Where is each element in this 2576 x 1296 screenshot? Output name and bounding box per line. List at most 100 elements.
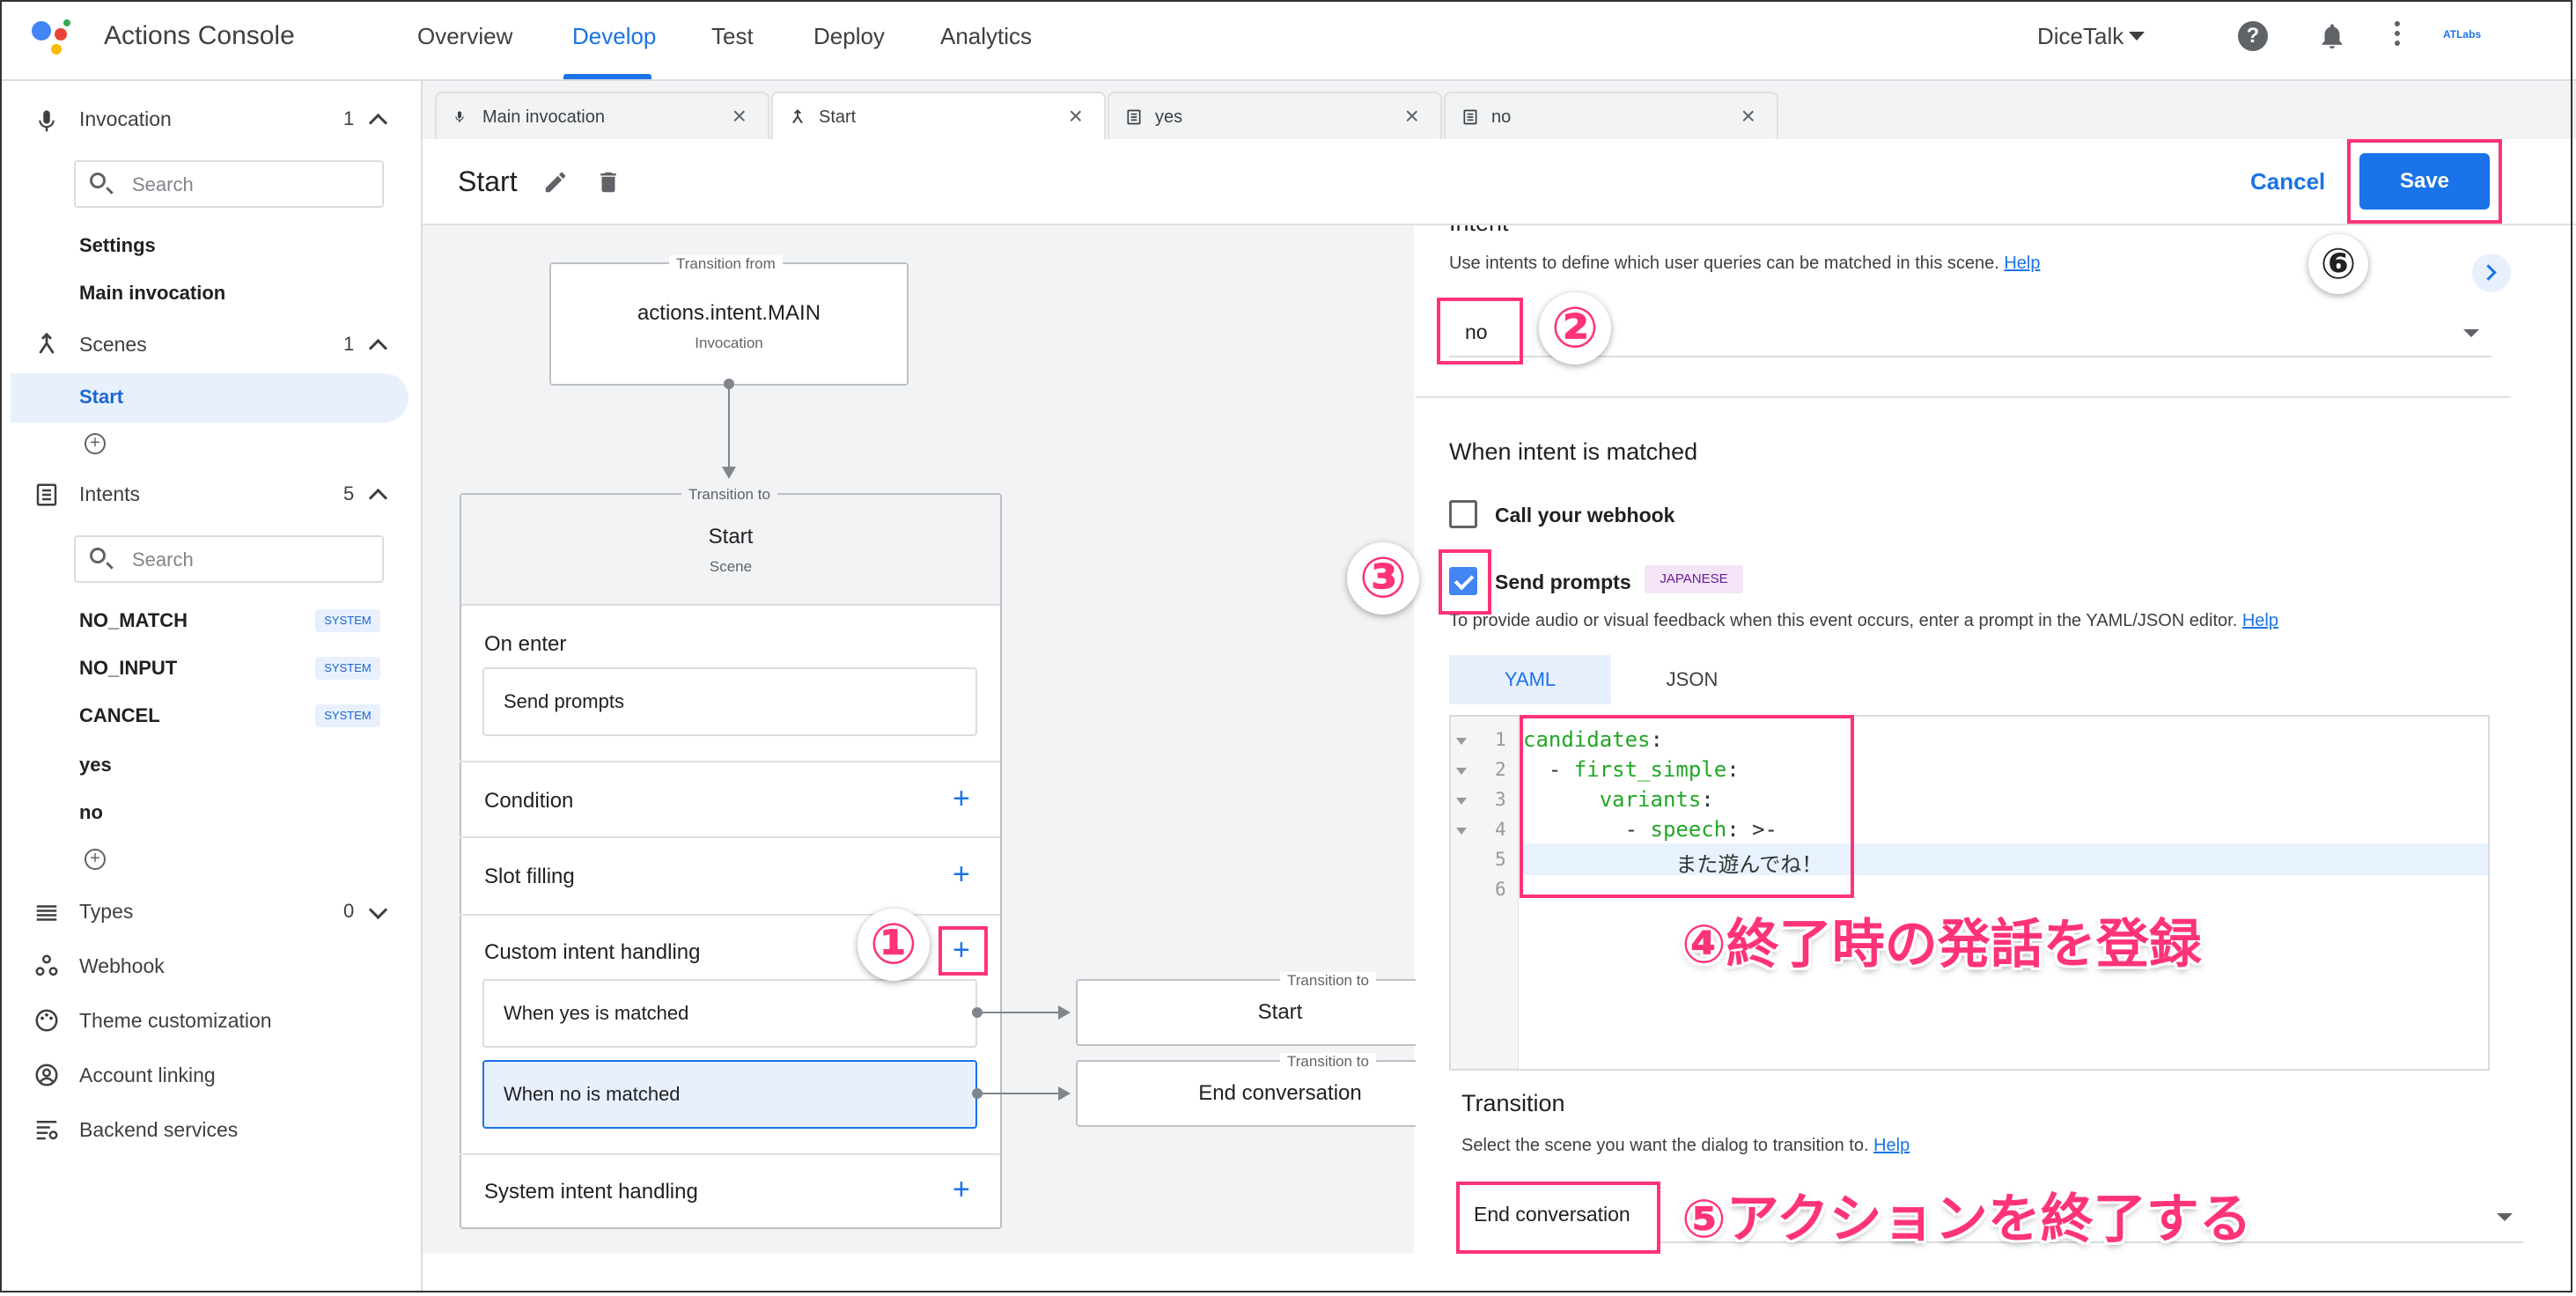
help-icon[interactable]: ? bbox=[2238, 21, 2268, 51]
condition-title: Condition bbox=[484, 789, 574, 813]
sidebar-item-start[interactable]: Start bbox=[79, 386, 123, 409]
node-sub: Invocation bbox=[695, 335, 763, 351]
yaml-tab[interactable]: YAML bbox=[1449, 655, 1611, 704]
sidebar-backend-services[interactable]: Backend services bbox=[79, 1118, 238, 1142]
sidebar-invocation[interactable]: Invocation bbox=[79, 107, 172, 131]
annotation-box-intent bbox=[1437, 298, 1523, 364]
invocation-search[interactable] bbox=[74, 160, 384, 208]
node-main: actions.intent.MAIN bbox=[637, 301, 821, 325]
tab-main-invocation[interactable]: Main invocation × bbox=[435, 92, 769, 139]
sidebar-item-cancel[interactable]: CANCEL bbox=[79, 704, 160, 727]
close-icon[interactable]: × bbox=[732, 102, 747, 130]
box-label: When no is matched bbox=[504, 1083, 681, 1105]
fold-icon[interactable] bbox=[1456, 768, 1467, 775]
invocation-count: 1 bbox=[343, 107, 355, 129]
chevron-right-icon[interactable] bbox=[2472, 254, 2511, 292]
tab-yes[interactable]: yes × bbox=[1108, 92, 1442, 139]
help-link[interactable]: Help bbox=[2004, 254, 2040, 273]
nav-test[interactable]: Test bbox=[711, 23, 754, 50]
json-tab[interactable]: JSON bbox=[1611, 655, 1773, 704]
help-link[interactable]: Help bbox=[2242, 611, 2278, 630]
close-icon[interactable]: × bbox=[1069, 102, 1083, 130]
add-intent-icon[interactable]: + bbox=[85, 849, 106, 870]
search-icon bbox=[90, 173, 106, 188]
edit-icon[interactable] bbox=[542, 169, 569, 195]
sidebar-item-settings[interactable]: Settings bbox=[79, 234, 156, 257]
connector-line bbox=[977, 1093, 1060, 1094]
annotation-box-save bbox=[2347, 139, 2502, 224]
nav-active-indicator bbox=[563, 74, 651, 79]
divider bbox=[460, 914, 1000, 916]
sidebar-item-no[interactable]: no bbox=[79, 801, 103, 824]
help-text: Select the scene you want the dialog to … bbox=[1461, 1136, 1869, 1155]
add-system-intent-icon[interactable]: + bbox=[953, 1174, 970, 1204]
tab-no[interactable]: no × bbox=[1444, 92, 1778, 139]
cancel-button[interactable]: Cancel bbox=[2245, 167, 2330, 196]
transition-from-node[interactable]: Transition from actions.intent.MAIN Invo… bbox=[549, 255, 909, 386]
on-enter-send-prompts[interactable]: Send prompts bbox=[482, 667, 977, 736]
sidebar-intents[interactable]: Intents bbox=[79, 482, 140, 506]
delete-icon[interactable] bbox=[595, 167, 622, 197]
sidebar-webhook[interactable]: Webhook bbox=[79, 954, 165, 978]
nav-analytics[interactable]: Analytics bbox=[940, 23, 1032, 50]
close-icon[interactable]: × bbox=[1405, 102, 1419, 130]
annotation-text-5: ⑤アクションを終了する bbox=[1682, 1189, 2252, 1250]
fold-icon[interactable] bbox=[1456, 828, 1467, 835]
transition-heading: Transition bbox=[1461, 1090, 1565, 1116]
sidebar-scenes[interactable]: Scenes bbox=[79, 333, 147, 357]
divider bbox=[460, 761, 1000, 762]
language-badge: JAPANESE bbox=[1645, 565, 1743, 593]
sidebar-item-no-input[interactable]: NO_INPUT bbox=[79, 657, 177, 680]
divider bbox=[1416, 396, 2511, 398]
target-end-node[interactable]: Transition to End conversation bbox=[1076, 1053, 1446, 1127]
add-slot-icon[interactable]: + bbox=[953, 859, 970, 889]
custom-intent-title: Custom intent handling bbox=[484, 940, 701, 964]
line-number: 5 bbox=[1495, 849, 1506, 870]
scene-name: Start bbox=[708, 525, 754, 549]
node-label: Transition from bbox=[669, 255, 783, 273]
annotation-number-3: ③ bbox=[1347, 542, 1419, 615]
intents-icon bbox=[36, 483, 57, 506]
send-prompts-label: Send prompts bbox=[1495, 571, 1631, 593]
dropdown-caret-icon[interactable] bbox=[2497, 1213, 2513, 1221]
line-number: 3 bbox=[1495, 789, 1506, 810]
intents-count: 5 bbox=[343, 482, 355, 504]
intents-search[interactable] bbox=[74, 535, 384, 583]
chevron-down-icon[interactable] bbox=[2129, 32, 2145, 40]
help-link[interactable]: Help bbox=[1873, 1136, 1910, 1155]
system-badge: SYSTEM bbox=[315, 657, 380, 680]
tab-start[interactable]: Start × bbox=[771, 92, 1106, 139]
sidebar-item-main-invocation[interactable]: Main invocation bbox=[79, 282, 225, 305]
nav-develop[interactable]: Develop bbox=[572, 23, 656, 50]
when-no-matched[interactable]: When no is matched bbox=[482, 1060, 977, 1129]
close-icon[interactable]: × bbox=[1741, 102, 1755, 130]
when-yes-matched[interactable]: When yes is matched bbox=[482, 979, 977, 1048]
more-vert-icon[interactable] bbox=[2395, 21, 2400, 50]
fold-icon[interactable] bbox=[1456, 798, 1467, 805]
tab-label: no bbox=[1491, 107, 1512, 127]
fold-icon[interactable] bbox=[1456, 738, 1467, 745]
sidebar-theme[interactable]: Theme customization bbox=[79, 1009, 272, 1033]
annotation-box-add-intent bbox=[938, 926, 988, 976]
project-selector[interactable]: DiceTalk bbox=[2037, 23, 2123, 50]
nav-overview[interactable]: Overview bbox=[417, 23, 512, 50]
sidebar-item-no-match[interactable]: NO_MATCH bbox=[79, 609, 188, 632]
intents-search-input[interactable] bbox=[130, 546, 372, 574]
sidebar-item-yes[interactable]: yes bbox=[79, 754, 112, 777]
connector-line bbox=[977, 1012, 1060, 1013]
nav-deploy[interactable]: Deploy bbox=[813, 23, 885, 50]
dropdown-caret-icon[interactable] bbox=[2463, 329, 2479, 337]
notifications-icon[interactable] bbox=[2317, 19, 2347, 57]
intent-help-text: Use intents to define which user queries… bbox=[1449, 254, 2041, 274]
webhook-checkbox[interactable] bbox=[1449, 500, 1477, 528]
scenes-icon bbox=[792, 109, 803, 124]
add-condition-icon[interactable]: + bbox=[953, 784, 970, 814]
sidebar-types[interactable]: Types bbox=[79, 900, 133, 924]
account-logo[interactable]: ATLabs bbox=[2443, 28, 2481, 40]
invocation-search-input[interactable] bbox=[130, 171, 372, 199]
intents-icon bbox=[1127, 109, 1141, 125]
system-badge: SYSTEM bbox=[315, 609, 380, 632]
target-start-node[interactable]: Transition to Start bbox=[1076, 972, 1446, 1046]
add-scene-icon[interactable]: + bbox=[85, 433, 106, 454]
sidebar-account-linking[interactable]: Account linking bbox=[79, 1064, 216, 1087]
